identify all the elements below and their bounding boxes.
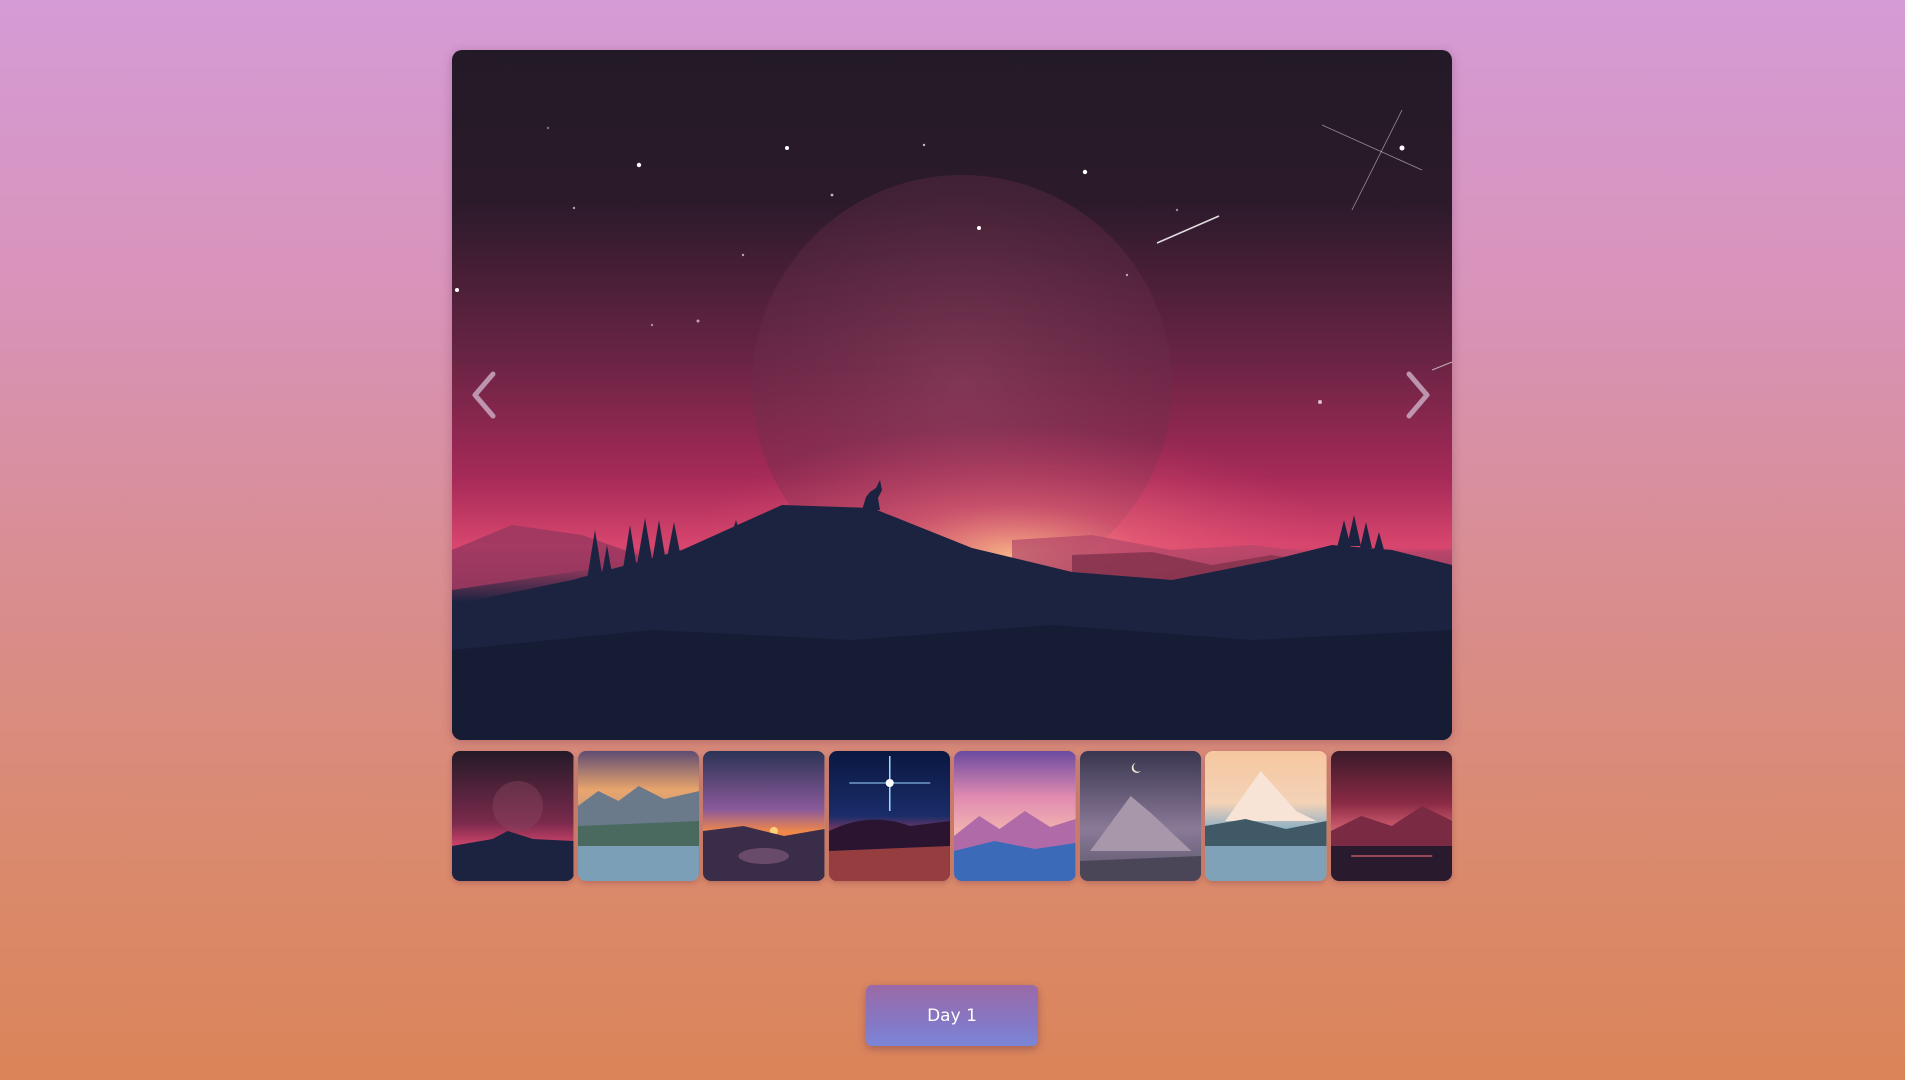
forest-lake-birds-thumbnail [577,751,699,881]
snowy-mountain-lake-thumbnail [1205,751,1327,881]
wolf-howling-moon-landscape [452,50,1452,740]
thumbnail-4[interactable] [828,751,950,881]
sunset-deer-lake-thumbnail [703,751,825,881]
thumbnail-8[interactable] [1330,751,1452,881]
thumbnail-3[interactable] [703,751,825,881]
thumbnail-5[interactable] [954,751,1076,881]
previous-image-button[interactable] [462,365,506,425]
thumbnail-1[interactable] [452,751,574,881]
next-image-button[interactable] [1396,365,1440,425]
moon-mountain-fog-thumbnail [1079,751,1201,881]
thumbnail-2[interactable] [577,751,699,881]
thumbnail-7[interactable] [1205,751,1327,881]
chevron-left-icon [472,371,496,419]
main-image [452,50,1452,740]
wolf-moon-thumbnail [452,751,574,881]
thumbnail-6[interactable] [1079,751,1201,881]
thumbnail-strip [452,751,1452,881]
starburst-night-thumbnail [828,751,950,881]
purple-mountains-thumbnail [954,751,1076,881]
chevron-right-icon [1406,371,1430,419]
day-button[interactable]: Day 1 [866,985,1038,1046]
red-dusk-lake-thumbnail [1330,751,1452,881]
